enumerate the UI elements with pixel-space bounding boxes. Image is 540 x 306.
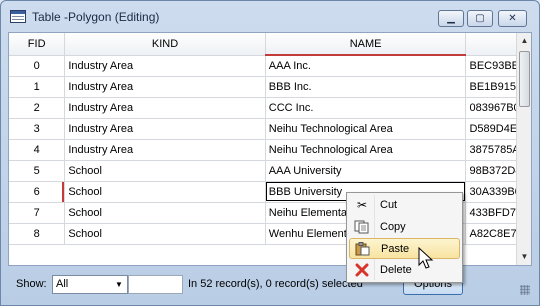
- resize-grip-icon[interactable]: [520, 285, 530, 295]
- show-label: Show:: [16, 278, 47, 290]
- kind-cell[interactable]: Industry Area: [64, 76, 266, 98]
- name-cell[interactable]: BBB Inc.: [265, 76, 467, 98]
- minimize-icon: ▁: [447, 13, 455, 24]
- name-cell[interactable]: AAA Inc.: [265, 55, 467, 77]
- vertical-scrollbar[interactable]: ▲ ▼: [516, 33, 531, 265]
- copy-icon: [354, 220, 370, 234]
- fid-cell[interactable]: 8: [9, 223, 66, 245]
- name-cell[interactable]: Neihu Technological Area: [265, 139, 467, 161]
- table-row[interactable]: 4 Industry Area Neihu Technological Area…: [9, 139, 531, 161]
- record-count: In 52 record(s), 0 record(s) selected: [188, 278, 363, 290]
- table-row[interactable]: 5 School AAA University 98B372D4: [9, 160, 531, 182]
- fid-cell[interactable]: 2: [9, 97, 66, 119]
- filter-input[interactable]: [128, 275, 183, 294]
- show-filter-select[interactable]: All ▼: [52, 275, 128, 294]
- scissors-icon: ✂: [356, 198, 368, 212]
- kind-cell[interactable]: School: [64, 181, 266, 203]
- paste-icon: [355, 242, 371, 256]
- table-row[interactable]: 2 Industry Area CCC Inc. 083967B0: [9, 97, 531, 119]
- menu-item-label: Cut: [380, 199, 398, 211]
- menu-item-copy[interactable]: Copy: [349, 217, 460, 238]
- close-button[interactable]: ✕: [498, 10, 527, 27]
- title-bar[interactable]: Table -Polygon (Editing) ▁ ▢ ✕: [1, 1, 539, 31]
- fid-cell[interactable]: 1: [9, 76, 66, 98]
- fid-cell[interactable]: 7: [9, 202, 66, 224]
- kind-cell[interactable]: School: [64, 160, 266, 182]
- kind-cell[interactable]: Industry Area: [64, 139, 266, 161]
- maximize-icon: ▢: [475, 13, 485, 24]
- menu-item-label: Delete: [380, 264, 412, 276]
- maximize-button[interactable]: ▢: [467, 10, 493, 27]
- menu-item-paste[interactable]: Paste: [349, 238, 460, 259]
- kind-cell[interactable]: Industry Area: [64, 118, 266, 140]
- name-cell[interactable]: CCC Inc.: [265, 97, 467, 119]
- scroll-thumb[interactable]: [519, 51, 530, 107]
- chevron-down-icon: ▼: [115, 280, 123, 289]
- menu-item-cut[interactable]: ✂ Cut: [349, 195, 460, 216]
- mouse-cursor-icon: [418, 247, 434, 269]
- column-header-name[interactable]: NAME: [265, 33, 467, 56]
- show-filter-value: All: [56, 278, 69, 290]
- menu-item-label: Paste: [381, 243, 410, 255]
- name-cell[interactable]: AAA University: [265, 160, 467, 182]
- kind-cell[interactable]: School: [64, 223, 266, 245]
- table-icon: [10, 10, 26, 23]
- minimize-button[interactable]: ▁: [438, 10, 464, 27]
- delete-icon: [354, 263, 370, 277]
- table-row[interactable]: 1 Industry Area BBB Inc. BE1B915E: [9, 76, 531, 98]
- kind-cell[interactable]: School: [64, 202, 266, 224]
- fid-cell[interactable]: 5: [9, 160, 66, 182]
- window-title: Table -Polygon (Editing): [32, 10, 160, 24]
- menu-item-label: Copy: [380, 221, 406, 233]
- kind-cell[interactable]: Industry Area: [64, 55, 266, 77]
- menu-item-delete[interactable]: Delete: [349, 260, 460, 281]
- column-header-fid[interactable]: FID: [9, 33, 66, 56]
- kind-cell[interactable]: Industry Area: [64, 97, 266, 119]
- context-menu: ✂ Cut Copy Paste Delete: [346, 192, 463, 283]
- close-icon: ✕: [508, 13, 517, 24]
- table-row[interactable]: 3 Industry Area Neihu Technological Area…: [9, 118, 531, 140]
- scroll-down-icon[interactable]: ▼: [517, 249, 531, 265]
- scroll-up-icon[interactable]: ▲: [517, 33, 531, 49]
- fid-cell[interactable]: 4: [9, 139, 66, 161]
- fid-cell[interactable]: 6: [9, 181, 66, 203]
- name-cell[interactable]: Neihu Technological Area: [265, 118, 467, 140]
- table-row[interactable]: 0 Industry Area AAA Inc. BEC93BED: [9, 55, 531, 77]
- column-header-kind[interactable]: KIND: [64, 33, 266, 56]
- fid-cell[interactable]: 3: [9, 118, 66, 140]
- fid-cell[interactable]: 0: [9, 55, 66, 77]
